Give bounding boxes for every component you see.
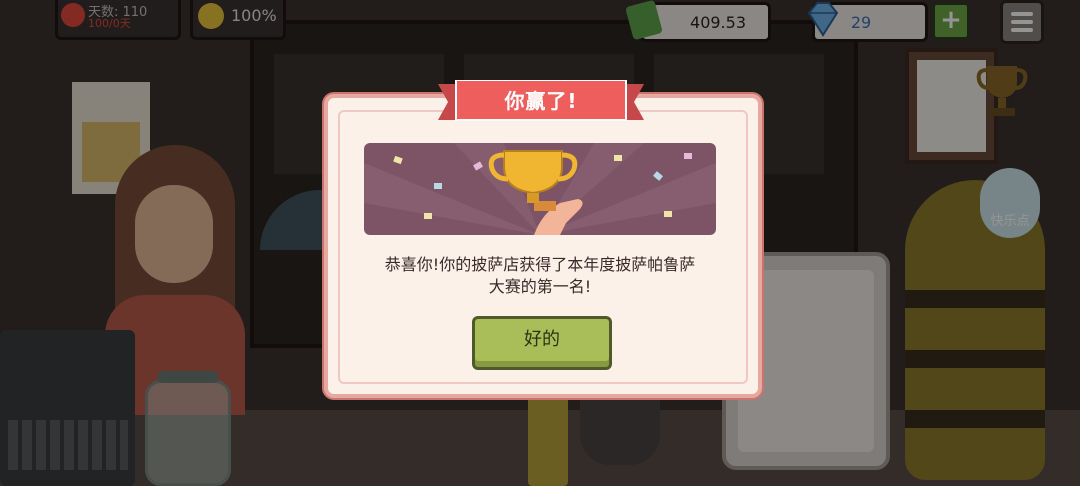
ok-button[interactable]: 好的	[472, 316, 612, 370]
trophy-celebration-image	[364, 143, 716, 235]
dialog-message-line1: 恭喜你!你的披萨店获得了本年度披萨帕鲁萨	[384, 255, 696, 274]
dialog-message-line2: 大赛的第一名!	[488, 277, 592, 296]
game-scene: 快乐点 天数: 110 100/0天 100% 409.53 29 + 你赢了!	[0, 0, 1080, 486]
trophy-hand-icon	[364, 143, 716, 235]
dialog-message: 恭喜你!你的披萨店获得了本年度披萨帕鲁萨 大赛的第一名!	[350, 254, 730, 298]
dialog-title: 你赢了!	[504, 89, 578, 113]
